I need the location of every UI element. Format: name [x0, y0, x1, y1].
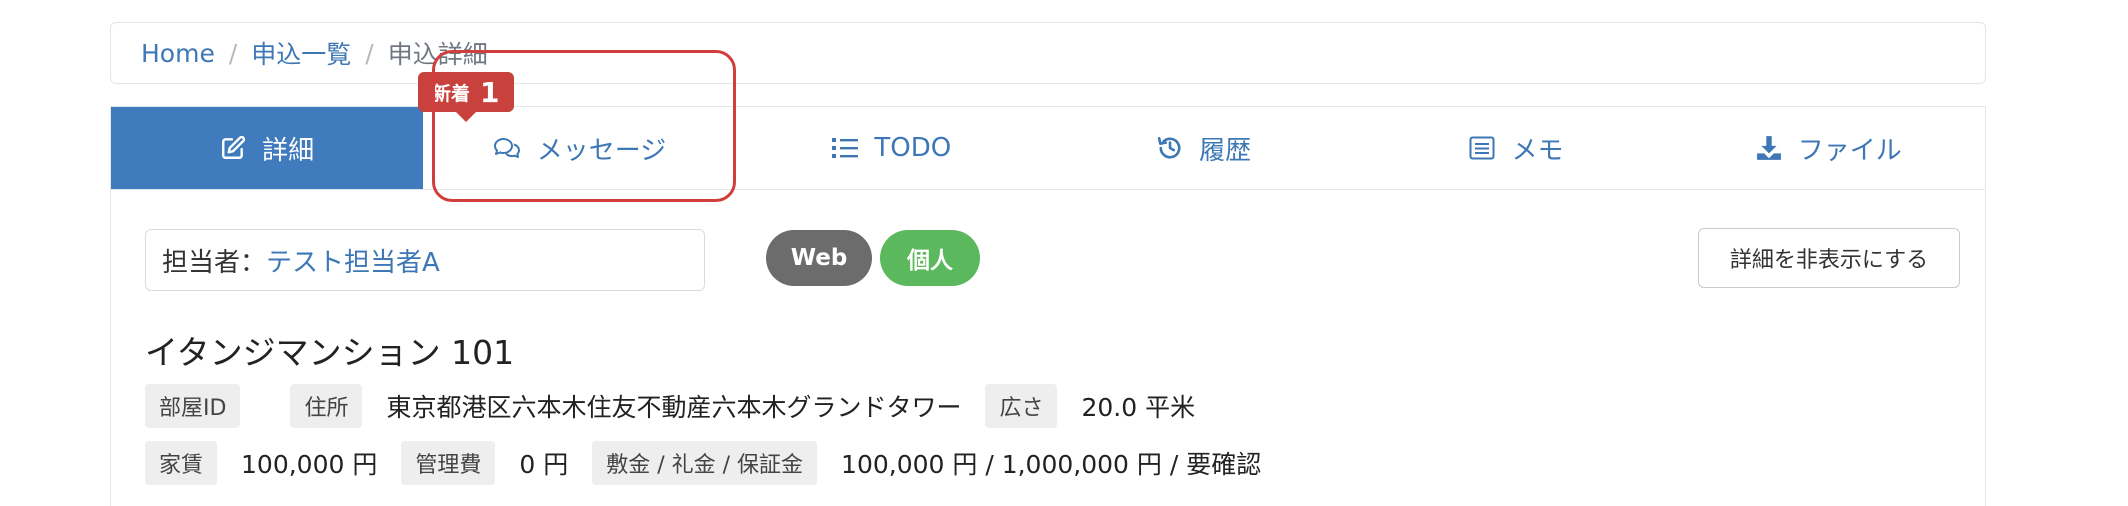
- breadcrumb-list[interactable]: 申込一覧: [251, 35, 351, 71]
- tab-label: 詳細: [262, 135, 315, 166]
- tab-label: メモ: [1511, 135, 1564, 166]
- area-label: 広さ: [985, 384, 1058, 428]
- management-fee-value: 0 円: [519, 450, 569, 479]
- area-value: 20.0 平米: [1081, 393, 1196, 422]
- assignee-label: 担当者：: [162, 247, 267, 278]
- tab-label: TODO: [874, 133, 952, 163]
- address-value: 東京都港区六本木住友不動産六本木グランドタワー: [386, 393, 962, 422]
- deposit-value: 100,000 円 / 1,000,000 円 / 要確認: [841, 450, 1262, 479]
- tab-label: 履歴: [1199, 135, 1252, 166]
- rent-label: 家賃: [145, 441, 218, 485]
- breadcrumb-home[interactable]: Home: [141, 39, 215, 68]
- breadcrumb-separator: /: [365, 38, 374, 68]
- breadcrumb: Home / 申込一覧 / 申込詳細: [110, 22, 1986, 84]
- message-tab-highlight: [432, 50, 736, 202]
- property-info-row-1: 部屋ID 住所 東京都港区六本木住友不動産六本木グランドタワー 広さ 20.0 …: [145, 384, 1219, 428]
- tab-bar: 詳細 メッセージ TODO 履歴 メモ ファイル: [111, 107, 1985, 190]
- rent-value: 100,000 円: [241, 450, 378, 479]
- assignee-field[interactable]: 担当者： テスト担当者A: [145, 229, 705, 291]
- assignee-value: テスト担当者A: [266, 247, 440, 278]
- tab-details[interactable]: 詳細: [111, 107, 424, 189]
- tab-files[interactable]: ファイル: [1673, 107, 1985, 189]
- tab-history[interactable]: 履歴: [1048, 107, 1360, 189]
- breadcrumb-separator: /: [228, 38, 238, 68]
- tab-memo[interactable]: メモ: [1360, 107, 1672, 189]
- management-fee-label: 管理費: [401, 441, 496, 485]
- tab-todo[interactable]: TODO: [736, 107, 1048, 189]
- download-icon: [1756, 135, 1782, 161]
- property-info-row-2: 家賃 100,000 円 管理費 0 円 敷金 / 礼金 / 保証金 100,0…: [145, 441, 1285, 485]
- channel-tag-web: Web: [766, 230, 872, 286]
- address-label: 住所: [290, 384, 363, 428]
- room-id-label: 部屋ID: [145, 384, 241, 428]
- tab-label: ファイル: [1797, 135, 1902, 166]
- list-icon: [832, 137, 859, 159]
- hide-details-button[interactable]: 詳細を非表示にする: [1698, 228, 1960, 288]
- memo-icon: [1469, 136, 1495, 160]
- property-name: イタンジマンション 101: [145, 333, 515, 372]
- history-icon: [1157, 135, 1183, 161]
- edit-icon: [220, 135, 246, 161]
- deposit-label: 敷金 / 礼金 / 保証金: [592, 441, 818, 485]
- applicant-type-tag: 個人: [880, 230, 980, 286]
